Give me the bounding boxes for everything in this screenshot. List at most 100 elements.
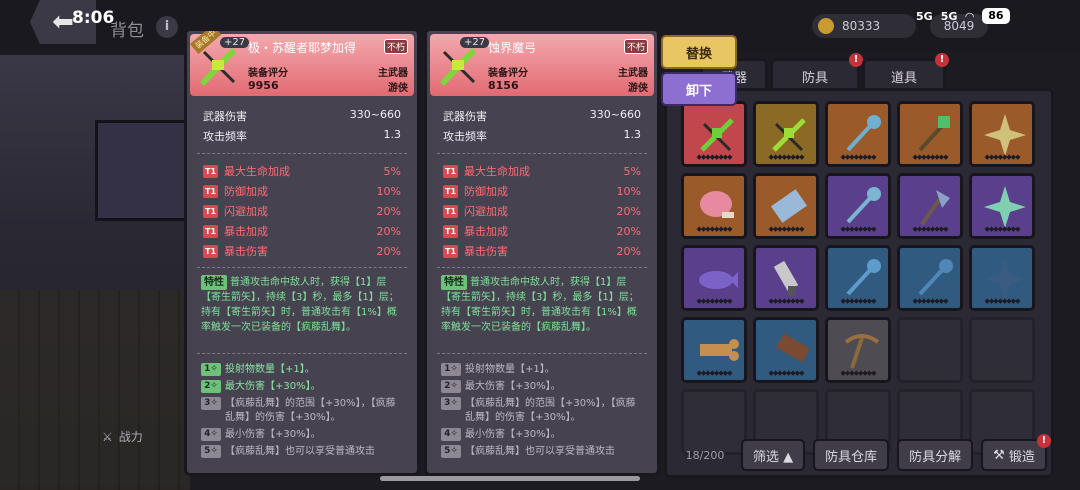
enchant-row: 2✧ 最大伤害【+30%】。	[201, 380, 403, 394]
filter-label: 筛选 ▲	[753, 449, 794, 465]
inventory-slot[interactable]: ◆◆◆◆◆◆◆◆	[753, 173, 819, 239]
enchant-text: 【疯藤乱舞】也可以享受普通攻击	[465, 446, 615, 457]
card-header: +27 蚀界魔弓 不朽 装备评分 8156 主武器 游侠	[430, 34, 654, 96]
star-row: ◆◆◆◆◆◆◆◆	[768, 297, 804, 305]
inventory-slot[interactable]: ◆◆◆◆◆◆◆◆	[681, 317, 747, 383]
enchant-row: 3✧ 【疯藤乱舞】的范围【+30%】，【疯藤乱舞】的伤害【+30%】。	[201, 397, 403, 425]
replace-button[interactable]: 替换	[661, 35, 737, 69]
inventory-slot[interactable]: ◆◆◆◆◆◆◆◆	[969, 173, 1035, 239]
star-row: ◆◆◆◆◆◆◆◆	[912, 153, 948, 161]
hammer-icon: ⚒	[993, 447, 1005, 463]
enchant-text: 投射物数量【+1】。	[225, 364, 315, 375]
inventory-slot[interactable]: ◆◆◆◆◆◆◆◆	[681, 245, 747, 311]
filter-button[interactable]: 筛选 ▲	[741, 439, 806, 471]
affix-row: T1 防御加成 10%	[443, 183, 641, 199]
tier-badge: T1	[203, 164, 218, 178]
tab-armor[interactable]: 防具 !	[770, 53, 863, 91]
divider	[437, 153, 647, 154]
inventory-slot[interactable]: ◆◆◆◆◆◆◆◆	[681, 173, 747, 239]
inventory-slot-empty[interactable]	[897, 317, 963, 383]
star-row: ◆◆◆◆◆◆◆◆	[768, 369, 804, 377]
enchant-row: 1✧ 投射物数量【+1】。	[441, 363, 643, 377]
arrow-left-icon: ⬅	[52, 7, 74, 37]
stat-value: 330~660	[349, 108, 401, 121]
inventory-grid: ◆◆◆◆◆◆◆◆ ◆◆◆◆◆◆◆◆ ◆◆◆◆◆◆◆◆ ◆◆◆◆◆◆◆◆ ◆◆◆◆…	[681, 101, 1035, 455]
armor-warehouse-button[interactable]: 防具仓库	[813, 439, 890, 471]
enchant-row: 3✧ 【疯藤乱舞】的范围【+30%】，【疯藤乱舞】的伤害【+30%】。	[441, 397, 643, 425]
affix-value: 20%	[376, 244, 401, 258]
enchant-row: 1✧ 投射物数量【+1】。	[201, 363, 403, 377]
affix-value: 5%	[623, 164, 641, 178]
unequip-button[interactable]: 卸下	[661, 72, 737, 106]
enchant-level-badge: 2✧	[201, 380, 221, 393]
tab-items[interactable]: 道具 !	[862, 53, 949, 91]
affix-label: 防御加成	[464, 185, 508, 198]
inventory-slot-empty[interactable]	[969, 317, 1035, 383]
inventory-slot[interactable]: ◆◆◆◆◆◆◆◆	[969, 245, 1035, 311]
affix-label: 闪避加成	[464, 205, 508, 218]
star-row: ◆◆◆◆◆◆◆◆	[912, 225, 948, 233]
star-row: ◆◆◆◆◆◆◆◆	[984, 297, 1020, 305]
tier-badge: T1	[203, 184, 218, 198]
inventory-slot[interactable]: ◆◆◆◆◆◆◆◆	[753, 245, 819, 311]
game-scene-background	[0, 55, 191, 490]
star-row: ◆◆◆◆◆◆◆◆	[840, 225, 876, 233]
inventory-panel: ◆◆◆◆◆◆◆◆ ◆◆◆◆◆◆◆◆ ◆◆◆◆◆◆◆◆ ◆◆◆◆◆◆◆◆ ◆◆◆◆…	[664, 88, 1054, 478]
affix-row: T1 最大生命加成 5%	[443, 163, 641, 179]
enchant-text: 最大伤害【+30%】。	[465, 381, 561, 392]
warehouse-label: 防具仓库	[825, 449, 878, 465]
enchant-row: 5✧ 【疯藤乱舞】也可以享受普通攻击	[201, 445, 403, 459]
stat-label: 武器伤害	[443, 110, 487, 123]
stat-row: 攻击频率 1.3	[203, 128, 401, 144]
star-row: ◆◆◆◆◆◆◆◆	[696, 225, 732, 233]
affix-row: T1 暴击加成 20%	[443, 223, 641, 239]
inventory-slot[interactable]: ◆◆◆◆◆◆◆◆	[897, 245, 963, 311]
star-row: ◆◆◆◆◆◆◆◆	[840, 369, 876, 377]
affix-row: T1 防御加成 10%	[203, 183, 401, 199]
forge-button[interactable]: ⚒ 锻造 !	[981, 434, 1051, 471]
inventory-slot[interactable]: ◆◆◆◆◆◆◆◆	[825, 173, 891, 239]
affix-value: 10%	[376, 184, 401, 198]
item-level: +27	[460, 37, 490, 48]
salvage-button[interactable]: 防具分解	[897, 439, 974, 471]
tier-badge: T1	[443, 184, 458, 198]
affix-label: 最大生命加成	[464, 165, 530, 178]
enchant-row: 4✧ 最小伤害【+30%】。	[441, 428, 643, 442]
enchant-level-badge: 2✧	[441, 380, 461, 393]
inventory-slot[interactable]: ◆◆◆◆◆◆◆◆	[825, 101, 891, 167]
tier-badge: T1	[443, 164, 458, 178]
enchant-row: 4✧ 最小伤害【+30%】。	[201, 428, 403, 442]
info-icon[interactable]: i	[156, 16, 178, 38]
divider	[197, 353, 407, 354]
inventory-slot[interactable]: ◆◆◆◆◆◆◆◆	[897, 101, 963, 167]
tab-label: 道具	[890, 70, 917, 86]
enchant-row: 5✧ 【疯藤乱舞】也可以享受普通攻击	[441, 445, 643, 459]
inventory-slot[interactable]: ◆◆◆◆◆◆◆◆	[825, 317, 891, 383]
inventory-slot[interactable]: ◆◆◆◆◆◆◆◆	[753, 317, 819, 383]
affix-row: T1 闪避加成 20%	[443, 203, 641, 219]
forge-label: 锻造	[1008, 449, 1035, 465]
item-name: 极・苏醒者耶梦加得	[248, 41, 357, 55]
signal-label-2: 5G	[940, 9, 958, 23]
stat-row: 攻击频率 1.3	[443, 128, 641, 144]
star-row: ◆◆◆◆◆◆◆◆	[696, 369, 732, 377]
inventory-slot[interactable]: ◆◆◆◆◆◆◆◆	[969, 101, 1035, 167]
item-name: 蚀界魔弓	[488, 41, 537, 55]
star-row: ◆◆◆◆◆◆◆◆	[840, 153, 876, 161]
inventory-slot[interactable]: ◆◆◆◆◆◆◆◆	[825, 245, 891, 311]
inventory-slot[interactable]: ◆◆◆◆◆◆◆◆	[897, 173, 963, 239]
stat-value: 1.3	[623, 128, 642, 141]
inventory-slot[interactable]: ◆◆◆◆◆◆◆◆	[753, 101, 819, 167]
enchant-text: 【疯藤乱舞】的范围【+30%】，【疯藤乱舞】的伤害【+30%】。	[465, 398, 636, 423]
coin-value: 80333	[842, 19, 881, 33]
power-label[interactable]: ⚔ 战力	[102, 428, 143, 445]
stat-value: 330~660	[589, 108, 641, 121]
star-row: ◆◆◆◆◆◆◆◆	[984, 225, 1020, 233]
home-indicator[interactable]	[380, 476, 640, 481]
inventory-slot[interactable]: ◆◆◆◆◆◆◆◆	[681, 101, 747, 167]
affix-value: 20%	[616, 224, 641, 238]
tier-badge: T1	[443, 244, 458, 258]
affix-row: T1 暴击伤害 20%	[443, 243, 641, 259]
status-time: 8:06	[72, 8, 115, 28]
replace-label: 替换	[685, 46, 712, 62]
